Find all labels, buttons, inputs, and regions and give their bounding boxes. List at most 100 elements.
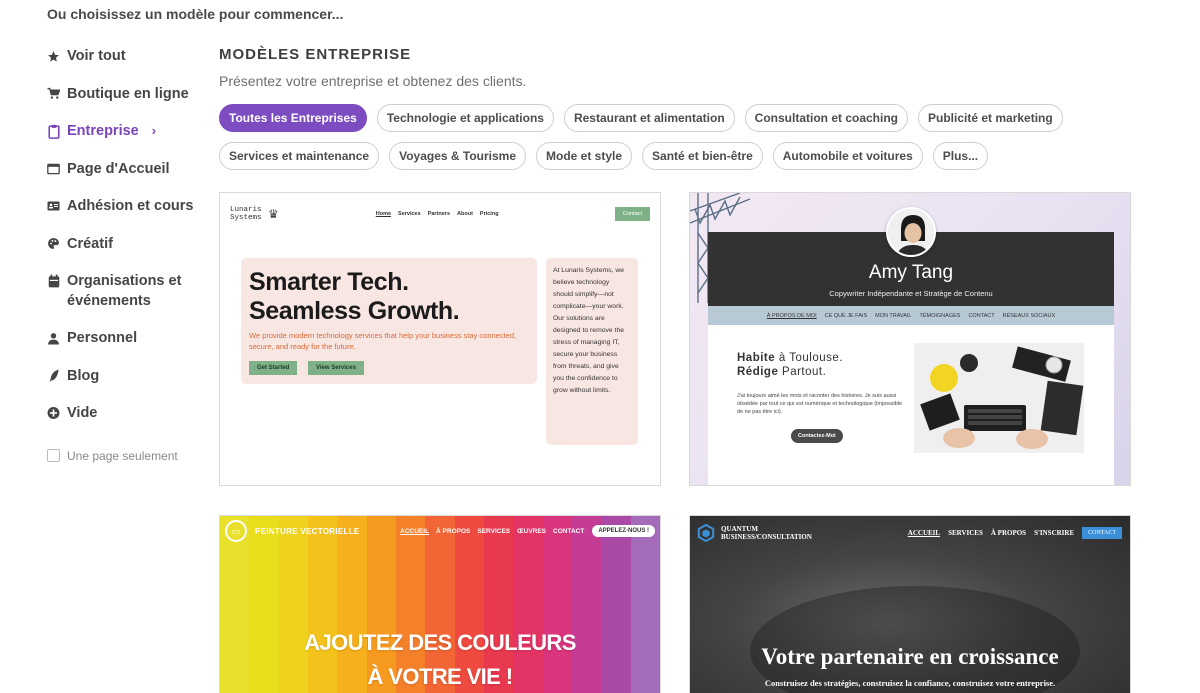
chip-services[interactable]: Services et maintenance [219,142,380,170]
preview-nav-link: ACCUEIL [907,529,941,537]
sidebar-item-label: Personnel [67,330,138,346]
quill-icon [47,366,60,386]
preview-nav-links: ACCUEIL À PROPOS SERVICES ŒUVRES CONTACT [400,528,584,535]
sidebar-item-vide[interactable]: Vide [47,403,207,441]
clipboard-icon [47,121,60,141]
sidebar-item-label: Voir tout [67,48,126,64]
sidebar-item-voir-tout[interactable]: Voir tout [47,46,207,84]
chip-mode[interactable]: Mode et style [536,142,633,170]
chip-publicite[interactable]: Publicité et marketing [918,104,1063,132]
calendar-icon [47,271,60,291]
template-card-peinture[interactable]: ▭ PEINTURE VECTORIELLE ACCUEIL À PROPOS … [219,515,661,693]
preview-nav-link: SERVICES [477,527,511,535]
preview-menu-item: TÉMOIGNAGES [919,312,961,319]
chip-plus[interactable]: Plus... [932,142,989,170]
logo-line: Systems [230,214,262,222]
headline-regular: Partout. [778,366,827,378]
chip-technologie[interactable]: Technologie et applications [376,104,554,132]
preview-nav-link: ACCUEIL [400,527,430,535]
chip-consultation[interactable]: Consultation et coaching [744,104,909,132]
crown-logo-icon: ♛ [268,207,279,221]
preview-nav-link: Pricing [479,211,499,217]
preview-nav: QUANTUM BUSINESS/CONSULTATION ACCUEIL SE… [697,524,1122,542]
chip-sante[interactable]: Santé et bien-être [642,142,763,170]
checkbox-box[interactable] [47,449,60,462]
sidebar-item-organisations[interactable]: Organisations et événements [47,271,207,328]
preview-headline: AJOUTEZ DES COULEURS À VOTRE VIE ! [220,626,660,693]
sidebar-item-label: Vide [67,405,98,421]
chevron-right-icon: › [151,123,157,138]
section-title: MODÈLES ENTREPRISE [219,46,412,63]
preview-contact-button: Contactez-Moi [791,429,843,443]
preview-nav-link: Partners [427,211,451,217]
brand-line: QUANTUM [721,525,758,533]
chip-automobile[interactable]: Automobile et voitures [772,142,923,170]
preview-body: Habite à Toulouse. Rédige Partout. J'ai … [708,325,1114,485]
preview-contact-button: Contact [615,207,650,221]
plus-circle-icon [47,403,60,423]
sidebar-item-label: Page d'Accueil [67,160,170,177]
sidebar-item-page-accueil[interactable]: Page d'Accueil [47,159,207,197]
preview-paragraph: We provide modern technology services th… [249,331,517,351]
template-card-quantum[interactable]: QUANTUM BUSINESS/CONSULTATION ACCUEIL SE… [689,515,1131,693]
preview-nav-links: ACCUEIL SERVICES À PROPOS S'INSCRIRE [908,529,1074,537]
sidebar-item-label: Adhésion et cours [67,198,194,214]
preview-menu-item: CE QUE JE FAIS [824,312,868,319]
cube-logo-icon [697,524,715,542]
preview-nav-link: À PROPOS [436,527,471,535]
preview-logo: Lunaris Systems [230,206,266,222]
headline-line: Smarter Tech. [249,268,409,296]
sidebar-item-personnel[interactable]: Personnel [47,328,207,366]
headline-regular: à Toulouse. [775,352,843,364]
preview-name: Amy Tang [868,262,954,283]
preview-role: Copywriter Indépendante et Stratège de C… [829,289,993,298]
chip-voyages[interactable]: Voyages & Tourisme [389,142,527,170]
sidebar-item-blog[interactable]: Blog [47,366,207,404]
preview-nav-links: Home Services Partners About Pricing [376,211,499,217]
templates-section: MODÈLES ENTREPRISE Présentez votre entre… [219,43,1131,170]
single-page-checkbox[interactable]: Une page seulement [47,449,207,463]
preview-nav-link: About [457,211,473,217]
preview-nav-link: SERVICES [948,529,983,537]
template-card-amy-tang[interactable]: Amy Tang Copywriter Indépendante et Stra… [689,192,1131,486]
preview-headline: Smarter Tech. Seamless Growth. [249,268,460,326]
preview-brand: QUANTUM BUSINESS/CONSULTATION [721,525,812,541]
preview-side-text: At Lunaris Systems, we believe technolog… [546,258,638,445]
headline-line: À VOTRE VIE ! [367,664,514,689]
preview-menu: À PROPOS DE MOI CE QUE JE FAIS MON TRAVA… [708,306,1114,325]
sidebar-item-entreprise[interactable]: Entreprise › [47,121,207,159]
preview-nav: Lunaris Systems ♛ Home Services Partners… [230,205,650,223]
category-filter-chips: Toutes les Entreprises Technologie et ap… [219,104,1131,170]
sidebar-item-label: Boutique en ligne [67,85,189,102]
preview-call-button: APPELEZ-NOUS ! [592,525,655,537]
preview-contact-button: CONTACT [1082,527,1122,539]
sidebar-item-label: Créatif [67,235,113,252]
sidebar-item-adhesion[interactable]: Adhésion et cours [47,196,207,234]
chip-toutes-entreprises[interactable]: Toutes les Entreprises [219,104,367,132]
brand-line: BUSINESS/CONSULTATION [721,533,812,541]
person-icon [47,328,60,348]
headline-bold: Habite [737,352,776,364]
section-subtitle: Présentez votre entreprise et obtenez de… [219,73,527,89]
sidebar-item-creatif[interactable]: Créatif [47,234,207,272]
preview-headline: Habite à Toulouse. Rédige Partout. [737,351,843,379]
preview-menu-item: MON TRAVAIL [875,312,912,319]
preview-nav-link: S'INSCRIRE [1034,529,1075,537]
preview-headline: Votre partenaire en croissance [761,644,1059,669]
preview-paragraph: J'ai toujours aimé les mots et raconter … [737,393,903,415]
sidebar-item-boutique[interactable]: Boutique en ligne [47,84,207,122]
preview-subline: Construisez des stratégies, construisez … [764,678,1056,688]
preview-get-started: Get Started [249,361,298,375]
sidebar-item-label: Blog [67,367,100,384]
template-card-lunaris[interactable]: Lunaris Systems ♛ Home Services Partners… [219,192,661,486]
choose-template-hint: Ou choisissez un modèle pour commencer..… [47,6,344,22]
paint-roller-icon: ▭ [225,520,247,542]
headline-bold: Rédige [737,366,779,378]
preview-menu-item: À PROPOS DE MOI [766,312,817,319]
preview-brand: PEINTURE VECTORIELLE [255,526,360,536]
logo-line: Lunaris [230,206,262,214]
headline-line: Seamless Growth. [249,297,460,325]
preview-nav-link: CONTACT [553,527,585,535]
chip-restaurant[interactable]: Restaurant et alimentation [563,104,735,132]
category-sidebar: Voir tout Boutique en ligne Entreprise ›… [47,46,207,463]
